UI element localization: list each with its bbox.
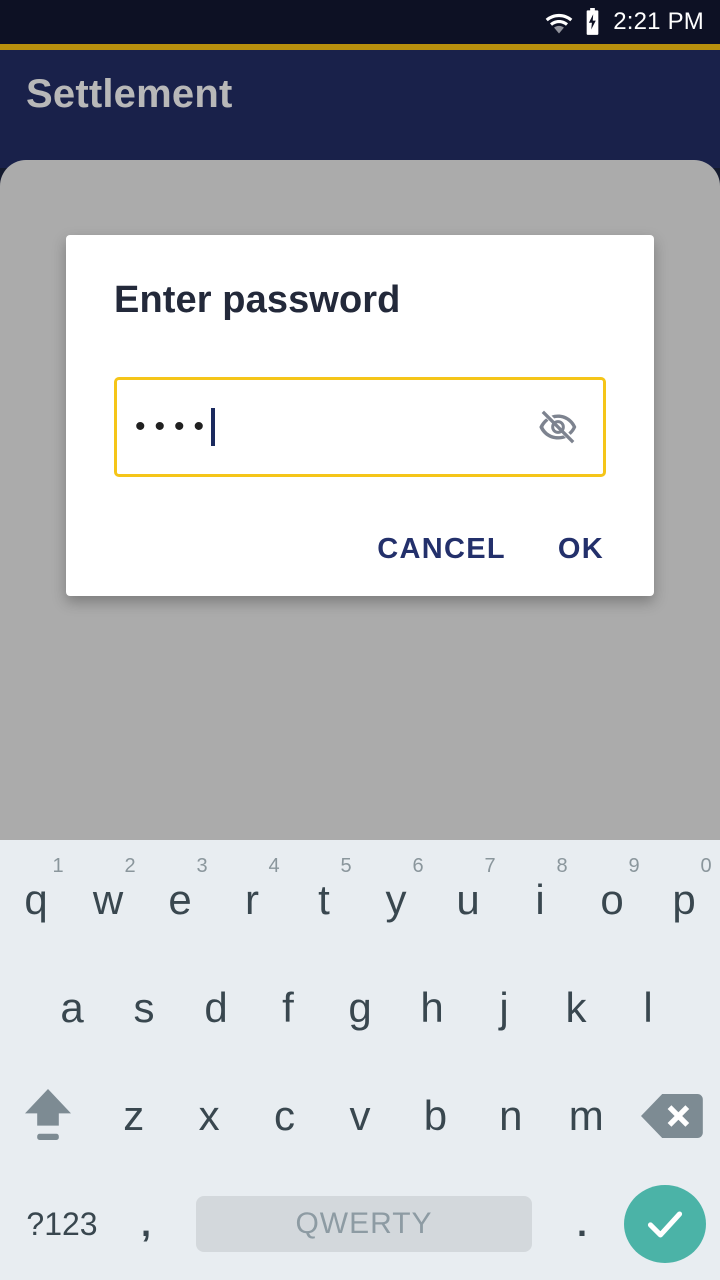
key-label: n — [499, 1092, 523, 1139]
eye-off-icon[interactable] — [535, 407, 581, 447]
backspace-key[interactable] — [624, 1062, 720, 1170]
key-hint: 1 — [52, 855, 64, 877]
ok-button[interactable]: OK — [556, 529, 606, 570]
status-bar: 2:21 PM — [0, 0, 720, 44]
symbols-key[interactable]: ?123 — [14, 1208, 110, 1240]
key-j[interactable]: j — [468, 954, 540, 1062]
key-label: j — [499, 984, 509, 1031]
key-label: k — [565, 984, 587, 1031]
key-label: h — [420, 984, 444, 1031]
comma-key[interactable]: , — [110, 1206, 182, 1242]
password-input[interactable]: •••• — [114, 377, 606, 477]
key-g[interactable]: g — [324, 954, 396, 1062]
key-z[interactable]: z — [96, 1062, 171, 1170]
key-b[interactable]: b — [398, 1062, 473, 1170]
key-label: u — [456, 876, 480, 923]
key-x[interactable]: x — [171, 1062, 246, 1170]
text-caret — [211, 408, 216, 446]
key-label: f — [282, 984, 294, 1031]
key-label: p — [672, 876, 696, 923]
key-label: v — [349, 1092, 371, 1139]
key-hint: 3 — [196, 855, 208, 877]
key-label: l — [643, 984, 653, 1031]
password-dialog: Enter password •••• CANCEL OK — [66, 235, 654, 596]
key-label: , — [140, 1203, 151, 1244]
key-label: c — [274, 1092, 296, 1139]
key-label: g — [348, 984, 372, 1031]
key-k[interactable]: k — [540, 954, 612, 1062]
password-value-wrap: •••• — [135, 408, 535, 446]
app-bar: Settlement — [0, 50, 720, 168]
key-i[interactable]: 8 i — [504, 846, 576, 954]
key-v[interactable]: v — [322, 1062, 397, 1170]
key-q[interactable]: 1 q — [0, 846, 72, 954]
key-p[interactable]: 0 p — [648, 846, 720, 954]
wifi-icon — [544, 10, 574, 34]
key-hint: 7 — [484, 855, 496, 877]
key-t[interactable]: 5 t — [288, 846, 360, 954]
key-label: s — [133, 984, 155, 1031]
key-label: QWERTY — [295, 1207, 433, 1240]
shift-icon — [22, 1087, 74, 1145]
dialog-title: Enter password — [114, 279, 401, 321]
dialog-actions: CANCEL OK — [114, 477, 606, 596]
key-f[interactable]: f — [252, 954, 324, 1062]
space-key[interactable]: QWERTY — [196, 1196, 532, 1252]
key-s[interactable]: s — [108, 954, 180, 1062]
battery-charging-icon — [584, 8, 601, 36]
key-h[interactable]: h — [396, 954, 468, 1062]
key-hint: 9 — [628, 855, 640, 877]
key-label: q — [24, 876, 48, 923]
key-e[interactable]: 3 e — [144, 846, 216, 954]
key-m[interactable]: m — [549, 1062, 624, 1170]
keyboard-row-3: z x c v b n m — [0, 1062, 720, 1170]
key-label: r — [245, 876, 259, 923]
key-l[interactable]: l — [612, 954, 684, 1062]
period-key[interactable]: . — [546, 1206, 618, 1242]
key-label: ?123 — [26, 1206, 98, 1242]
key-label: b — [423, 1092, 448, 1139]
status-bar-time: 2:21 PM — [613, 8, 704, 35]
key-hint: 5 — [340, 855, 352, 877]
key-hint: 8 — [556, 855, 568, 877]
on-screen-keyboard: 1 q 2 w 3 e 4 r 5 t 6 y 7 u 8 i 9 o 0 p … — [0, 840, 720, 1280]
key-w[interactable]: 2 w — [72, 846, 144, 954]
key-label: z — [123, 1092, 145, 1139]
check-icon — [643, 1204, 687, 1244]
device-screen: 2:21 PM Settlement Enter password •••• C… — [0, 0, 720, 1280]
keyboard-row-2: a s d f g h j k l — [0, 954, 720, 1062]
key-u[interactable]: 7 u — [432, 846, 504, 954]
key-label: w — [92, 876, 124, 923]
key-label: a — [60, 984, 84, 1031]
password-masked-value: •••• — [135, 410, 214, 443]
key-label: t — [318, 876, 330, 923]
backspace-icon — [640, 1092, 703, 1140]
key-a[interactable]: a — [36, 954, 108, 1062]
key-r[interactable]: 4 r — [216, 846, 288, 954]
key-label: e — [168, 876, 192, 923]
page-title: Settlement — [26, 72, 233, 116]
key-label: o — [600, 876, 624, 923]
key-hint: 6 — [412, 855, 424, 877]
key-label: x — [198, 1092, 220, 1139]
key-label: i — [535, 876, 545, 923]
key-n[interactable]: n — [473, 1062, 548, 1170]
key-label: m — [568, 1092, 604, 1139]
key-o[interactable]: 9 o — [576, 846, 648, 954]
keyboard-row-1: 1 q 2 w 3 e 4 r 5 t 6 y 7 u 8 i 9 o 0 p — [0, 846, 720, 954]
key-y[interactable]: 6 y — [360, 846, 432, 954]
key-label: y — [385, 876, 407, 923]
cancel-button[interactable]: CANCEL — [375, 529, 508, 570]
key-d[interactable]: d — [180, 954, 252, 1062]
shift-key[interactable] — [0, 1062, 96, 1170]
key-hint: 0 — [700, 855, 712, 877]
keyboard-row-4: ?123 , QWERTY . — [0, 1170, 720, 1278]
status-bar-icons: 2:21 PM — [544, 8, 720, 36]
key-label: . — [576, 1203, 587, 1244]
key-label: d — [204, 984, 228, 1031]
key-hint: 2 — [124, 855, 136, 877]
key-c[interactable]: c — [247, 1062, 322, 1170]
enter-key[interactable] — [624, 1185, 706, 1263]
key-hint: 4 — [268, 855, 280, 877]
